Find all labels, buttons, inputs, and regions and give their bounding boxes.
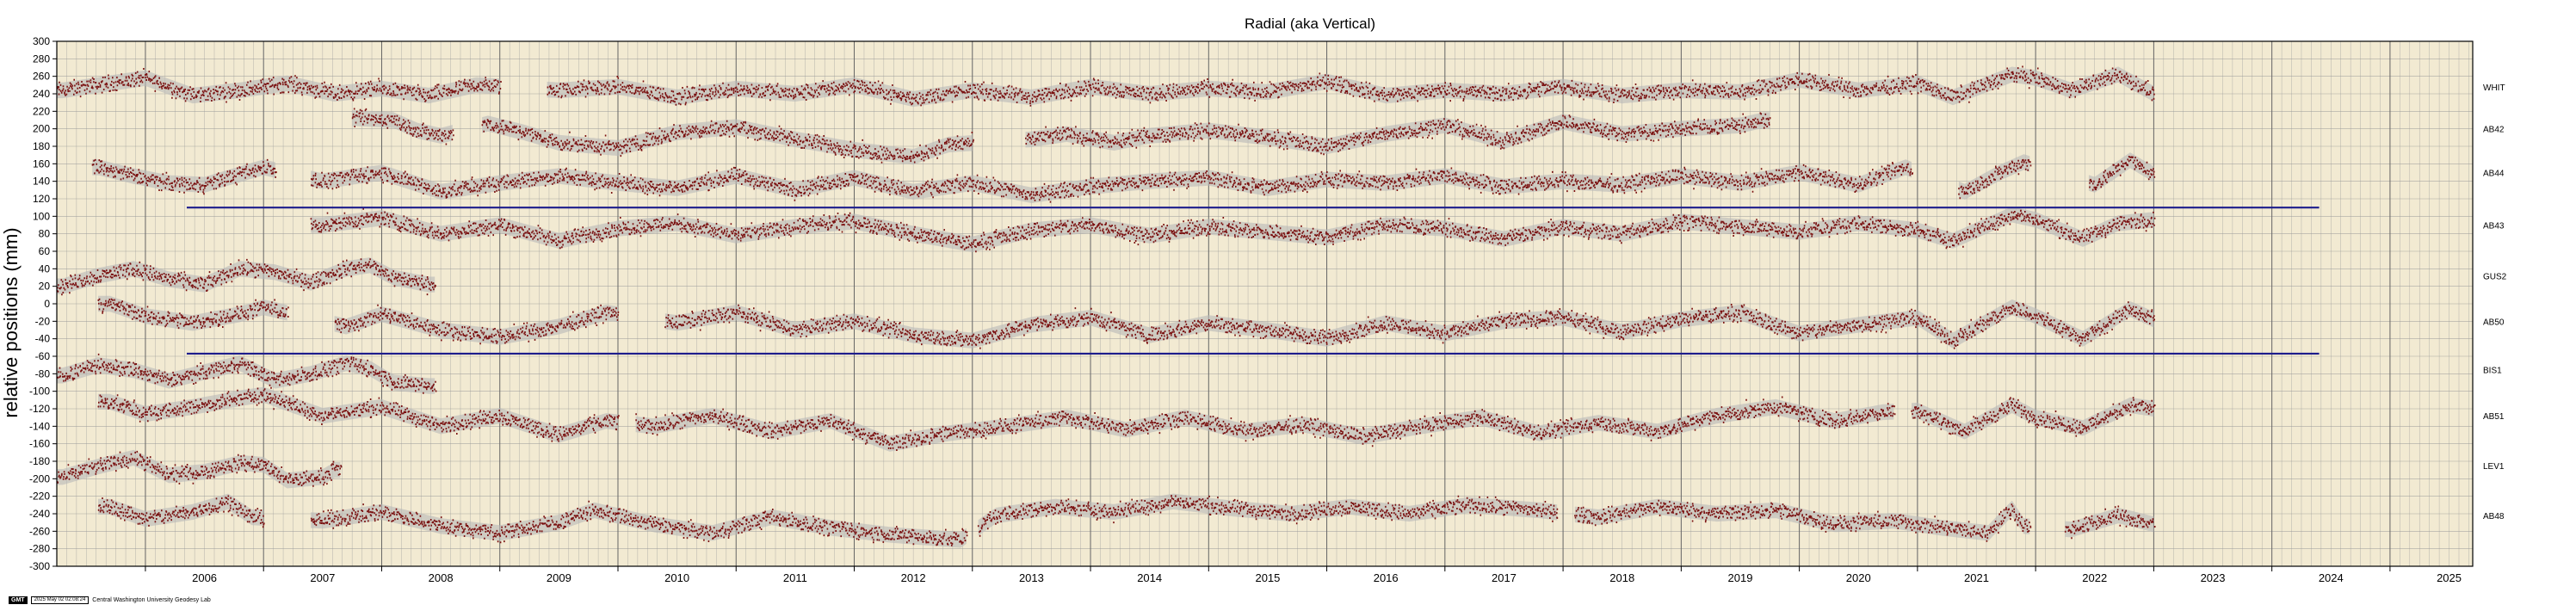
x-tick-label: 2023 [2201,571,2226,584]
x-tick-label: 2007 [310,571,335,584]
series-label-lev1: LEV1 [2483,462,2505,472]
series-label-ab51: AB51 [2483,412,2505,422]
y-tick-label: -300 [29,560,50,572]
x-tick-label: 2019 [1728,571,1753,584]
x-tick-label: 2012 [901,571,926,584]
chart-svg: Radial (aka Vertical) relative positions… [0,15,2507,584]
x-tick-label: 2024 [2319,571,2344,584]
x-tick-label: 2013 [1019,571,1044,584]
y-tick-label: -220 [29,491,50,503]
x-tick-label: 2006 [192,571,217,584]
y-tick-label: -180 [29,455,50,467]
x-tick-label: 2010 [664,571,689,584]
x-tick-label: 2011 [783,571,807,584]
x-tick-label: 2021 [1964,571,1989,584]
series-label-ab48: AB48 [2483,512,2505,522]
y-tick-label: -20 [35,315,51,327]
y-tick-label: 60 [39,245,51,257]
y-tick-label: 300 [33,35,50,47]
series-label-ab43: AB43 [2483,222,2505,231]
x-tick-label: 2025 [2437,571,2462,584]
x-tick-label: 2022 [2082,571,2107,584]
y-tick-label: -240 [29,508,50,520]
x-tick-label: 2015 [1255,571,1280,584]
y-tick-label: -80 [35,367,51,380]
y-tick-label: -140 [29,420,50,432]
y-tick-label: 120 [33,193,50,205]
y-tick-label: -260 [29,525,50,537]
x-tick-label: 2008 [429,571,454,584]
footer-badge: GMT 2025 May 02 02:08:24 Central Washing… [9,596,211,604]
y-tick-label: -160 [29,438,50,450]
series-label-ab44: AB44 [2483,170,2505,179]
y-tick-label: 40 [39,262,51,275]
y-tick-label: 240 [33,88,50,100]
series-label-ab42: AB42 [2483,126,2505,135]
y-tick-label: -100 [29,386,50,398]
chart-figure: Radial (aka Vertical) relative positions… [0,0,2576,607]
y-tick-label: -280 [29,543,50,555]
x-tick-label: 2014 [1137,571,1162,584]
series-label-bis1: BIS1 [2483,366,2502,375]
y-tick-label: 260 [33,71,50,83]
y-tick-label: 20 [39,281,51,293]
y-tick-label: 220 [33,105,50,117]
x-tick-label: 2016 [1374,571,1399,584]
y-tick-label: 100 [33,210,50,222]
x-tick-label: 2020 [1846,571,1871,584]
y-tick-label: 200 [33,123,50,135]
y-tick-label: 280 [33,52,50,65]
y-tick-label: -120 [29,403,50,415]
y-tick-label: 160 [33,157,50,170]
y-axis-label: relative positions (mm) [0,227,22,417]
y-tick-label: -60 [35,350,51,362]
credit-label: Central Washington University Geodesy La… [92,597,211,603]
y-tick-label: -40 [35,333,51,345]
x-tick-label: 2017 [1492,571,1517,584]
chart-title: Radial (aka Vertical) [1245,15,1375,32]
x-tick-label: 2009 [547,571,571,584]
y-tick-label: 0 [44,298,50,310]
gmt-logo: GMT [9,596,28,604]
y-tick-label: -200 [29,472,50,484]
y-tick-label: 180 [33,140,50,152]
x-tick-label: 2018 [1609,571,1634,584]
y-tick-label: 140 [33,176,50,188]
plot-area: WHIT AB42 AB44 AB43 GUS2 AB50 BIS1 AB51 LEV1 AB48… [29,35,2507,584]
series-label-ab50: AB50 [2483,318,2505,327]
series-label-gus2: GUS2 [2483,272,2507,281]
y-tick-label: 80 [39,228,51,240]
series-label-whit: WHIT [2483,83,2505,93]
timestamp-label: 2025 May 02 02:08:24 [30,596,90,604]
